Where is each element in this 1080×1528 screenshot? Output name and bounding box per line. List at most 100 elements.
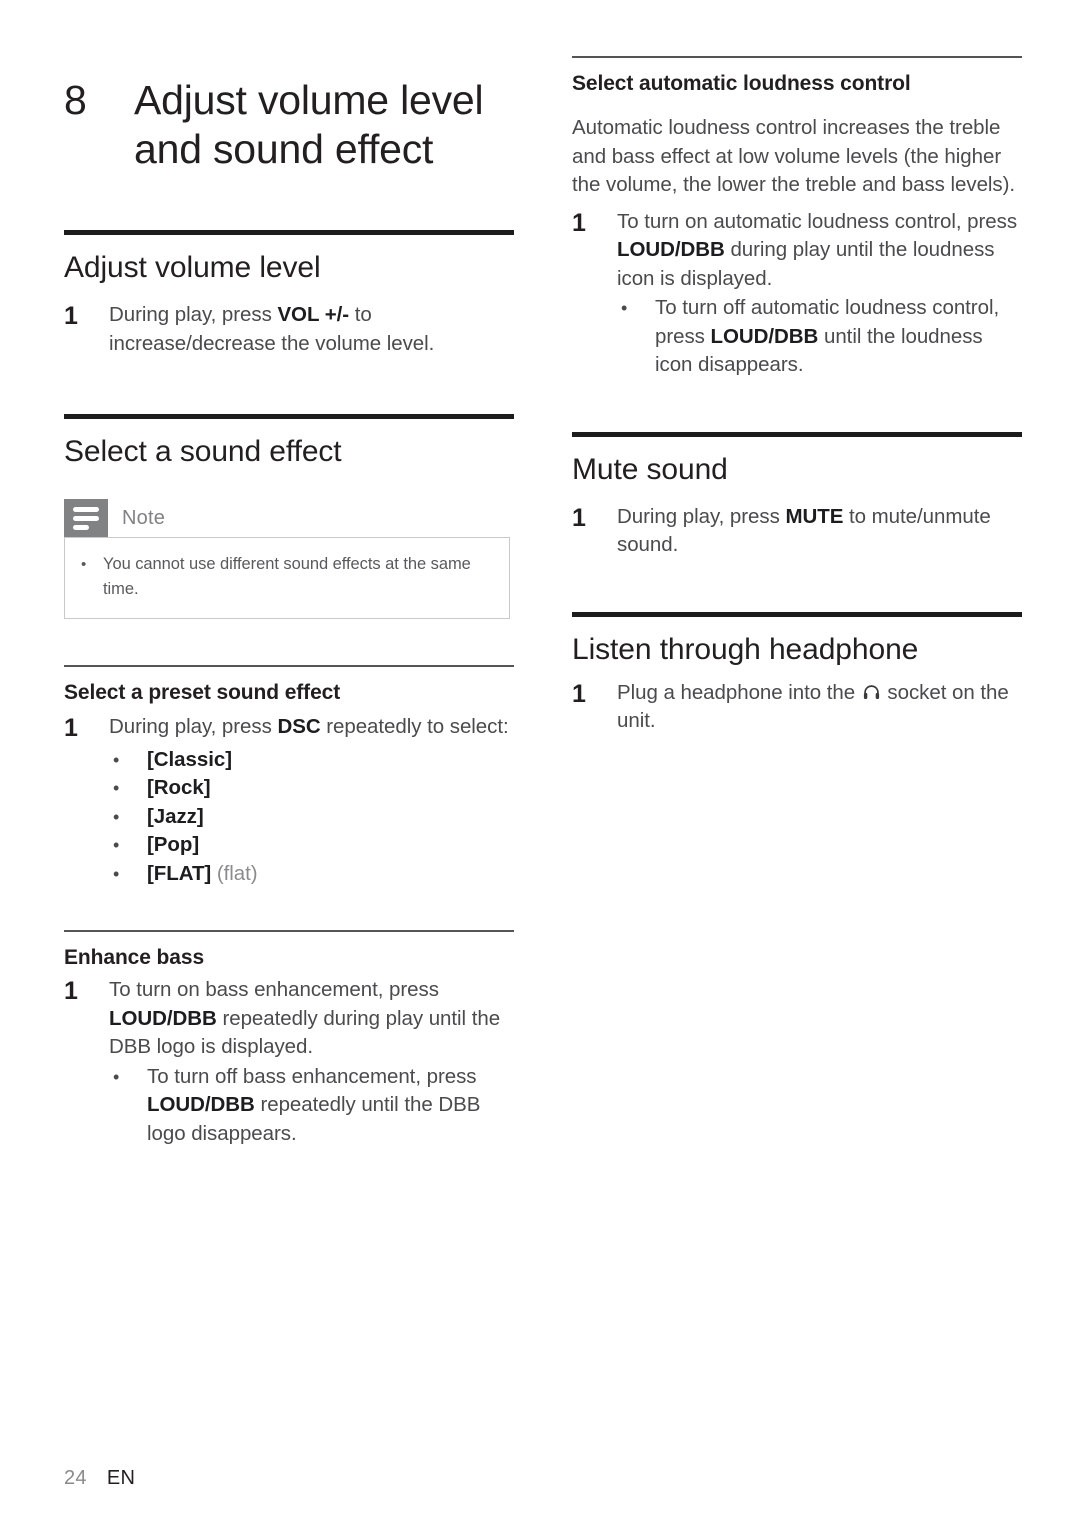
- step-number: 1: [572, 208, 586, 237]
- step-adjust-volume: 1 During play, press VOL +/- to increase…: [64, 301, 514, 358]
- step-number: 1: [64, 714, 78, 742]
- right-column: Select automatic loudness control Automa…: [572, 56, 1022, 736]
- note-list-item: • You cannot use different sound effects…: [81, 552, 493, 602]
- step-text: Plug a headphone into the socket on the …: [617, 679, 1022, 736]
- bullet-icon: •: [113, 1066, 120, 1087]
- step-headphone: 1 Plug a headphone into the socket on th…: [572, 679, 1022, 736]
- step-text-pre: To turn on automatic loudness control, p…: [617, 209, 1018, 233]
- keyword-mute: MUTE: [785, 504, 844, 528]
- step-text-post: repeatedly to select:: [320, 715, 509, 738]
- preset-option-label: [Classic]: [147, 746, 514, 775]
- subsection-rule-thin: [572, 56, 1022, 58]
- bullet-icon: •: [113, 806, 120, 827]
- step-text: To turn on automatic loudness control, p…: [617, 208, 1022, 380]
- manual-page: 8 Adjust volume level and sound effect A…: [0, 0, 1080, 1528]
- subsection-rule-thin: [64, 665, 514, 667]
- keyword-loud-dbb: LOUD/DBB: [147, 1093, 255, 1116]
- section-heading-select-sound-effect: Select a sound effect: [64, 435, 342, 468]
- subsection-preset-sound-effect: Select a preset sound effect 1 During pl…: [64, 665, 514, 888]
- footer-page-number: 24: [64, 1467, 87, 1489]
- preset-option-label: [Pop]: [147, 831, 514, 860]
- keyword-dsc: DSC: [277, 715, 321, 738]
- preset-option-label: [FLAT] (flat): [147, 860, 514, 889]
- bullet-icon: •: [113, 835, 120, 855]
- step-text-pre: During play, press: [617, 504, 786, 528]
- section-rule-thick: [572, 431, 1022, 437]
- bullet-icon: •: [81, 556, 87, 573]
- step-text-pre: Plug a headphone into the: [617, 680, 861, 704]
- section-rule-thick: [64, 230, 514, 235]
- subsection-rule-thin: [64, 930, 514, 932]
- note-text: You cannot use different sound effects a…: [103, 555, 471, 598]
- page-footer: 24 EN: [64, 1467, 135, 1490]
- list-item: • To turn off automatic loudness control…: [617, 294, 1022, 380]
- list-item: • [Rock]: [109, 774, 514, 803]
- chapter-number: 8: [64, 77, 87, 123]
- step-text-pre: During play, press: [109, 303, 278, 326]
- sub-bullet-list: • To turn off automatic loudness control…: [617, 294, 1022, 380]
- subsection-enhance-bass: Enhance bass 1 To turn on bass enhanceme…: [64, 930, 514, 1148]
- step-number: 1: [572, 503, 586, 532]
- step-text-pre: To turn on bass enhancement, press: [109, 978, 439, 1001]
- keyword-loud-dbb: LOUD/DBB: [109, 1006, 217, 1030]
- preset-option-note: (flat): [211, 861, 258, 885]
- step-number: 1: [64, 977, 78, 1005]
- subsection-heading-preset-sound-effect: Select a preset sound effect: [64, 681, 341, 704]
- preset-option-value: [FLAT]: [147, 861, 212, 885]
- section-rule-thick: [64, 414, 514, 419]
- preset-option-value: [Rock]: [147, 776, 211, 799]
- preset-options-list: • [Classic] • [Rock] • [Jazz] • [Pop] • …: [109, 746, 514, 889]
- step-preset-sound-effect: 1 During play, press DSC repeatedly to s…: [64, 713, 514, 888]
- preset-option-value: [Jazz]: [147, 804, 204, 828]
- note-box: Note • You cannot use different sound ef…: [64, 499, 510, 619]
- bullet-icon: •: [113, 778, 120, 798]
- preset-option-value: [Pop]: [147, 833, 200, 856]
- preset-option-value: [Classic]: [147, 747, 233, 771]
- chapter-title: Adjust volume level and sound effect: [134, 77, 484, 172]
- section-rule-thick: [572, 611, 1022, 617]
- section-heading-listen-through-headphone: Listen through headphone: [572, 632, 919, 666]
- section-adjust-volume-level: Adjust volume level 1 During play, press…: [64, 230, 514, 358]
- section-listen-through-headphone: Listen through headphone 1 Plug a headph…: [572, 611, 1022, 736]
- step-text: During play, press VOL +/- to increase/d…: [109, 301, 514, 358]
- keyword-loud-dbb: LOUD/DBB: [710, 324, 819, 348]
- list-item: • [Classic]: [109, 746, 514, 775]
- section-heading-adjust-volume-level: Adjust volume level: [64, 251, 321, 284]
- list-item: • [Pop]: [109, 831, 514, 860]
- step-enhance-bass: 1 To turn on bass enhancement, press LOU…: [64, 976, 514, 1148]
- sub-bullet-list: • To turn off bass enhancement, press LO…: [109, 1063, 514, 1149]
- left-column: 8 Adjust volume level and sound effect A…: [64, 56, 514, 1148]
- step-mute-sound: 1 During play, press MUTE to mute/unmute…: [572, 503, 1022, 560]
- list-item: • [Jazz]: [109, 803, 514, 832]
- note-icon: [64, 499, 108, 537]
- list-item: • To turn off bass enhancement, press LO…: [109, 1063, 514, 1149]
- chapter-heading: 8 Adjust volume level and sound effect: [64, 76, 514, 174]
- preset-option-label: [Jazz]: [147, 803, 514, 832]
- note-body: • You cannot use different sound effects…: [64, 537, 510, 619]
- step-text: During play, press MUTE to mute/unmute s…: [617, 503, 1022, 560]
- subsection-heading-enhance-bass: Enhance bass: [64, 946, 205, 969]
- keyword-loud-dbb: LOUD/DBB: [617, 238, 725, 261]
- bullet-icon: •: [621, 298, 628, 318]
- sub-text-pre: To turn off bass enhancement, press: [147, 1064, 477, 1088]
- note-header: Note: [64, 499, 510, 537]
- step-text: During play, press DSC repeatedly to sel…: [109, 713, 514, 888]
- keyword-vol: VOL +/-: [277, 303, 350, 326]
- preset-option-label: [Rock]: [147, 774, 514, 803]
- step-number: 1: [572, 679, 586, 708]
- note-title: Note: [122, 506, 166, 529]
- sub-bullet-text: To turn off bass enhancement, press LOUD…: [147, 1063, 514, 1149]
- step-number: 1: [64, 302, 78, 330]
- list-item: • [FLAT] (flat): [109, 860, 514, 889]
- footer-language: EN: [106, 1467, 136, 1489]
- subsection-automatic-loudness-control: Select automatic loudness control Automa…: [572, 56, 1022, 380]
- headphones-icon: [863, 684, 880, 700]
- paragraph-loudness-description: Automatic loudness control increases the…: [572, 116, 1016, 196]
- section-heading-mute-sound: Mute sound: [572, 452, 728, 486]
- step-text-pre: During play, press: [109, 715, 278, 738]
- sub-bullet-text: To turn off automatic loudness control, …: [655, 294, 1022, 380]
- step-automatic-loudness: 1 To turn on automatic loudness control,…: [572, 208, 1022, 380]
- bullet-icon: •: [113, 749, 120, 770]
- subsection-heading-automatic-loudness-control: Select automatic loudness control: [572, 72, 911, 95]
- bullet-icon: •: [113, 863, 120, 884]
